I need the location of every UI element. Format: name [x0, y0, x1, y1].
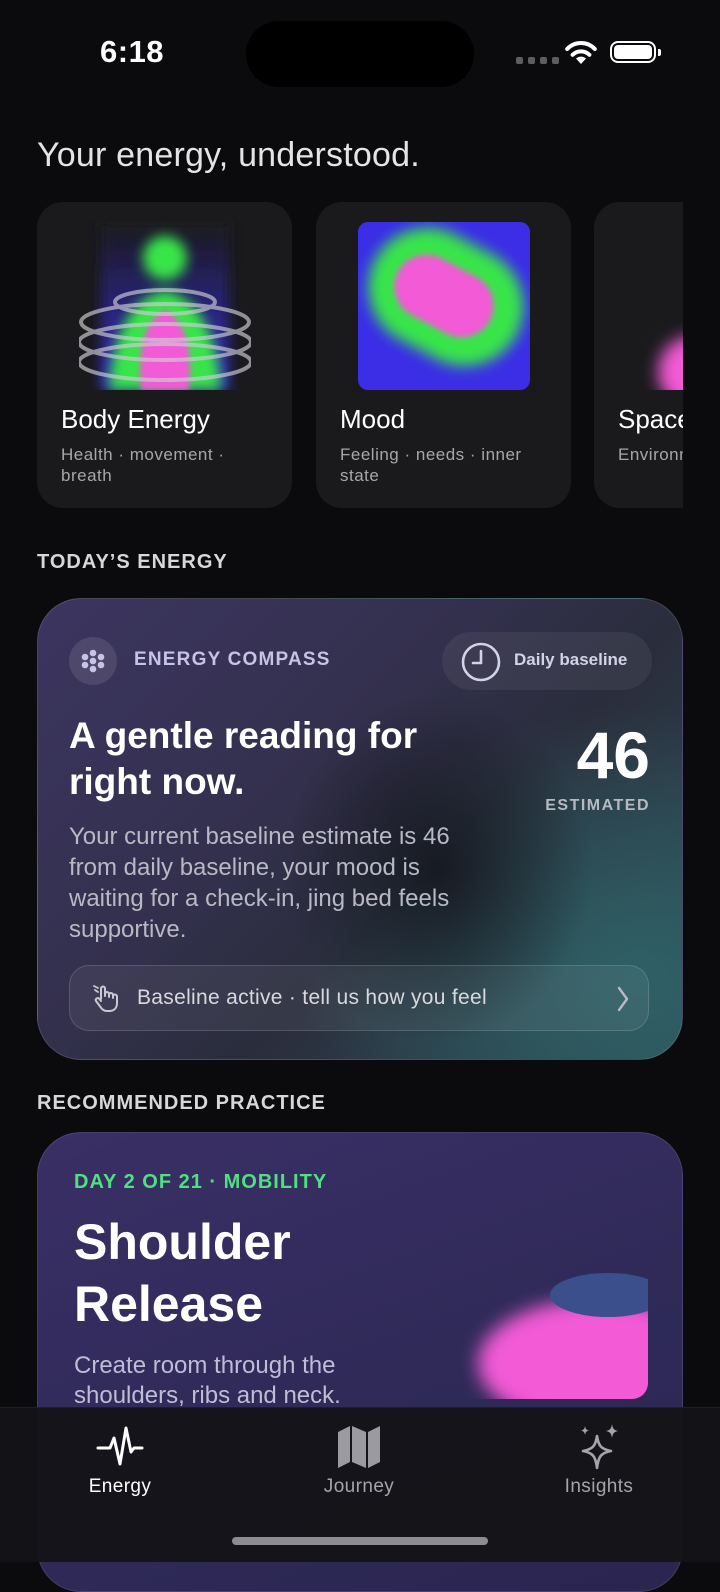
- mood-title: Mood: [340, 404, 406, 434]
- tab-journey-label: Journey: [323, 1476, 395, 1497]
- shoulder-release-illustration: [478, 1273, 648, 1399]
- pulse-icon: [96, 1426, 144, 1466]
- mood-card[interactable]: Mood Feeling · needs · inner state: [316, 202, 571, 508]
- wifi-icon: [565, 41, 597, 64]
- recommended-practice-heading: RECOMMENDED PRACTICE: [37, 1092, 326, 1114]
- space-subtitle: Environment: [618, 445, 683, 464]
- tab-insights[interactable]: Insights: [519, 1408, 679, 1518]
- map-icon: [338, 1426, 380, 1468]
- tab-insights-label: Insights: [564, 1476, 634, 1497]
- body-energy-title: Body Energy: [61, 404, 210, 434]
- check-in-label: Baseline active · tell us how you feel: [137, 986, 487, 1009]
- space-illustration: [658, 337, 683, 390]
- body-energy-subtitle: Health · movement · breath: [61, 445, 225, 485]
- page-title: Your energy, understood.: [37, 136, 420, 174]
- tab-journey[interactable]: Journey: [279, 1408, 439, 1518]
- todays-energy-heading: TODAY’S ENERGY: [37, 551, 228, 573]
- cellular-signal-icon: [516, 57, 559, 64]
- compass-description: Your current baseline estimate is 46 fro…: [69, 823, 450, 943]
- battery-icon: [610, 41, 661, 63]
- energy-score-label: ESTIMATED: [545, 797, 650, 814]
- energy-score: 46: [576, 718, 650, 792]
- mood-illustration: [358, 222, 530, 390]
- mood-subtitle: Feeling · needs · inner state: [340, 445, 522, 485]
- dimension-carousel[interactable]: Body Energy Health · movement · breath M…: [37, 202, 683, 510]
- space-title: Space: [618, 404, 683, 434]
- space-card[interactable]: Space Environment: [594, 202, 683, 508]
- compass-dots-icon: [81, 649, 105, 673]
- tab-energy-label: Energy: [88, 1476, 152, 1497]
- daily-baseline-label: Daily baseline: [514, 650, 628, 669]
- daily-baseline-pill[interactable]: Daily baseline: [442, 632, 652, 690]
- tab-energy[interactable]: Energy: [40, 1408, 200, 1518]
- energy-compass-card[interactable]: ENERGY COMPASS Daily baseline A gentle r…: [37, 598, 683, 1060]
- practice-title: Shoulder Release: [74, 1214, 291, 1332]
- status-time: 6:18: [100, 34, 165, 69]
- clock-icon: [461, 642, 501, 682]
- chevron-right-icon: [617, 986, 629, 1012]
- practice-day-label: DAY 2 OF 21 · MOBILITY: [74, 1171, 328, 1193]
- sparkles-icon: [581, 1424, 618, 1470]
- check-in-button[interactable]: Baseline active · tell us how you feel: [69, 965, 649, 1031]
- body-energy-illustration: [79, 222, 251, 390]
- energy-compass-label: ENERGY COMPASS: [134, 649, 331, 670]
- hand-tap-icon: [93, 985, 118, 1012]
- body-energy-card[interactable]: Body Energy Health · movement · breath: [37, 202, 292, 508]
- dynamic-island: [246, 21, 474, 87]
- status-bar: 6:18: [0, 0, 720, 110]
- practice-description: Create room through the shoulders, ribs …: [74, 1352, 341, 1409]
- compass-title: A gentle reading for right now.: [69, 715, 418, 802]
- compass-icon-badge: [69, 637, 117, 685]
- home-indicator[interactable]: [232, 1537, 488, 1545]
